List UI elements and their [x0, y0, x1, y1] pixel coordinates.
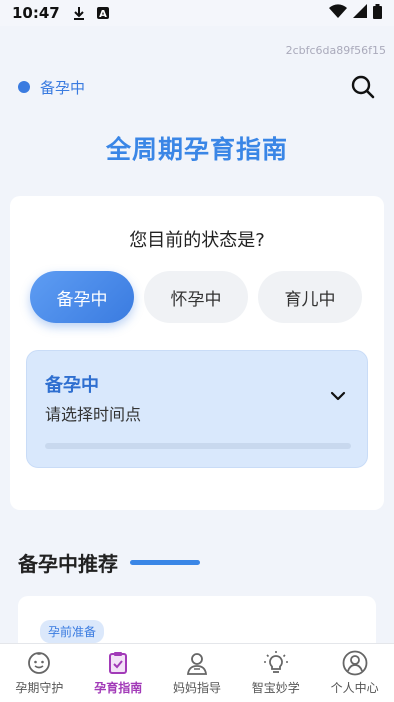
tab-label: 个人中心	[330, 681, 379, 695]
tab-label: 智宝妙学	[251, 681, 300, 695]
time-point-selector[interactable]: 备孕中 请选择时间点	[26, 350, 368, 468]
current-state-label[interactable]: 备孕中	[40, 77, 85, 98]
option-parenting[interactable]: 育儿中	[258, 271, 362, 323]
status-options: 备孕中 怀孕中 育儿中	[30, 271, 362, 323]
tab-label: 孕期守护	[15, 681, 64, 695]
status-card: 您目前的状态是? 备孕中 怀孕中 育儿中 备孕中 请选择时间点	[10, 196, 384, 510]
bottom-tab-bar: 孕期守护 孕育指南 妈妈指导 智宝妙学 个人中心	[0, 643, 394, 702]
page-title: 全周期孕育指南	[105, 135, 288, 164]
option-preparing[interactable]: 备孕中	[30, 271, 134, 323]
top-bar: 备孕中	[0, 62, 394, 112]
title-underline	[130, 560, 200, 565]
recommend-tag: 孕前准备	[40, 620, 105, 643]
mother-icon	[186, 653, 208, 675]
notification-a-icon: A	[96, 6, 110, 20]
tab-mom-guide[interactable]: 妈妈指导	[158, 644, 237, 702]
time-panel-title: 备孕中	[45, 375, 99, 396]
tab-label: 孕育指南	[94, 681, 143, 695]
status-bar: 10:47 A	[0, 0, 394, 26]
download-icon	[72, 6, 86, 20]
signal-icon	[353, 4, 367, 22]
smile-face-icon	[28, 652, 51, 674]
recommend-section-header: 备孕中推荐	[18, 548, 200, 577]
session-id: 2cbfc6da89f56f15	[285, 44, 386, 57]
status-question: 您目前的状态是?	[129, 230, 265, 251]
chevron-down-icon[interactable]	[329, 387, 347, 405]
tab-pregnancy-care[interactable]: 孕期守护	[0, 644, 79, 702]
tab-label: 妈妈指导	[172, 681, 221, 695]
user-icon	[342, 650, 367, 676]
search-icon[interactable]	[350, 74, 376, 100]
option-pregnant[interactable]: 怀孕中	[144, 271, 248, 323]
checklist-icon	[109, 652, 128, 674]
time-progress-track	[45, 443, 351, 449]
battery-icon	[373, 3, 382, 23]
recommend-title: 备孕中推荐	[18, 552, 118, 576]
tab-profile[interactable]: 个人中心	[315, 644, 394, 702]
tab-guide[interactable]: 孕育指南	[79, 644, 158, 702]
time-panel-subtitle: 请选择时间点	[45, 405, 142, 424]
status-dot	[18, 81, 30, 93]
lightbulb-icon	[263, 651, 288, 673]
status-time: 10:47	[12, 4, 60, 22]
tab-smart-learning[interactable]: 智宝妙学	[236, 644, 315, 702]
wifi-icon	[329, 4, 347, 22]
svg-text:A: A	[99, 9, 107, 20]
